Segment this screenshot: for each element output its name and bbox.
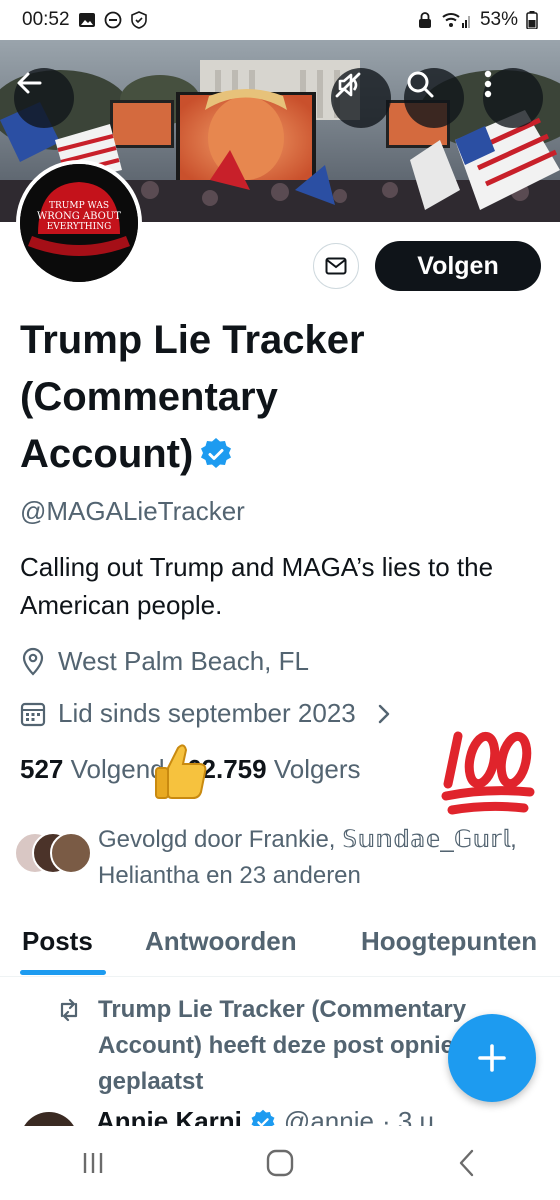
joined-text: Lid sinds september 2023 xyxy=(58,698,356,728)
follower-avatars xyxy=(14,832,92,876)
shield-icon xyxy=(130,11,147,29)
profile-tabs: Posts Antwoorden Hoogtepunten xyxy=(0,912,560,977)
gallery-icon xyxy=(78,13,95,27)
avatar xyxy=(50,832,92,874)
thumbs-up-icon xyxy=(155,744,207,799)
profile-handle: @MAGALieTracker xyxy=(20,496,245,526)
following-count: 527 xyxy=(20,754,64,784)
followed-by[interactable]: Gevolgd door Frankie, 𝕊𝕦𝕟𝕕𝕒𝕖_𝔾𝕦𝕣𝕝, Helia… xyxy=(14,822,558,894)
following-link[interactable]: 527 Volgend xyxy=(20,754,165,785)
repost-context[interactable]: Trump Lie Tracker (Commentary Account) h… xyxy=(56,992,498,1100)
location-pin-icon xyxy=(22,647,44,676)
more-vertical-icon xyxy=(484,70,492,98)
hat-text-line-2: WRONG ABOUT xyxy=(37,211,121,222)
status-bar: 00:52 53% xyxy=(0,0,560,40)
followed-by-text: Gevolgd door Frankie, 𝕊𝕦𝕟𝕕𝕒𝕖_𝔾𝕦𝕣𝕝, Helia… xyxy=(98,826,517,889)
chevron-left-icon xyxy=(459,1149,473,1177)
compose-button[interactable] xyxy=(448,1014,536,1102)
back-button[interactable] xyxy=(14,68,74,128)
hundred-points-icon xyxy=(441,731,535,815)
calendar-icon xyxy=(20,702,46,726)
tab-posts[interactable]: Posts xyxy=(22,926,93,957)
speaker-off-icon xyxy=(335,72,361,98)
hat-text-line-3: EVERYTHING xyxy=(47,222,112,232)
system-navigation-bar xyxy=(0,1126,560,1200)
display-name: Trump Lie Tracker (Commentary Account) xyxy=(20,318,365,476)
status-time: 00:52 xyxy=(22,9,70,30)
profile-name: Trump Lie Tracker (Commentary Account) xyxy=(20,312,450,483)
joined-row[interactable]: Lid sinds september 2023 xyxy=(20,698,392,729)
do-not-disturb-icon xyxy=(104,11,121,29)
battery-icon xyxy=(526,11,538,29)
back-nav-button[interactable] xyxy=(437,1133,497,1193)
unmute-button[interactable] xyxy=(331,68,391,128)
tab-highlights[interactable]: Hoogtepunten xyxy=(361,926,537,957)
verified-badge-icon xyxy=(201,438,232,468)
envelope-icon xyxy=(325,257,347,275)
location-text: West Palm Beach, FL xyxy=(58,646,309,676)
message-button[interactable] xyxy=(313,243,359,289)
battery-percent: 53% xyxy=(479,9,518,30)
red-hat-image: TRUMP WAS WRONG ABOUT EVERYTHING xyxy=(20,164,138,282)
search-button[interactable] xyxy=(404,68,464,128)
location-row: West Palm Beach, FL xyxy=(20,646,309,677)
lock-icon xyxy=(418,12,431,28)
plus-icon xyxy=(478,1044,506,1072)
profile-bio: Calling out Trump and MAGA’s lies to the… xyxy=(20,552,494,620)
tab-replies[interactable]: Antwoorden xyxy=(145,926,297,957)
profile-avatar[interactable]: TRUMP WAS WRONG ABOUT EVERYTHING xyxy=(16,160,142,286)
hat-text-line-1: TRUMP WAS xyxy=(49,201,109,211)
wifi-signal-icon xyxy=(442,13,470,28)
home-button[interactable] xyxy=(250,1133,310,1193)
repost-text: Trump Lie Tracker (Commentary Account) h… xyxy=(98,996,488,1095)
follow-button[interactable]: Volgen xyxy=(375,241,541,291)
arrow-left-icon xyxy=(17,72,42,94)
followers-label: Volgers xyxy=(273,754,361,784)
search-icon xyxy=(407,71,434,98)
chevron-right-icon xyxy=(378,704,389,723)
home-icon xyxy=(266,1149,294,1177)
recent-apps-button[interactable] xyxy=(63,1133,123,1193)
more-button[interactable] xyxy=(483,68,543,128)
recent-apps-icon xyxy=(84,1153,103,1173)
active-tab-indicator xyxy=(20,970,106,975)
repost-icon xyxy=(60,998,78,1022)
